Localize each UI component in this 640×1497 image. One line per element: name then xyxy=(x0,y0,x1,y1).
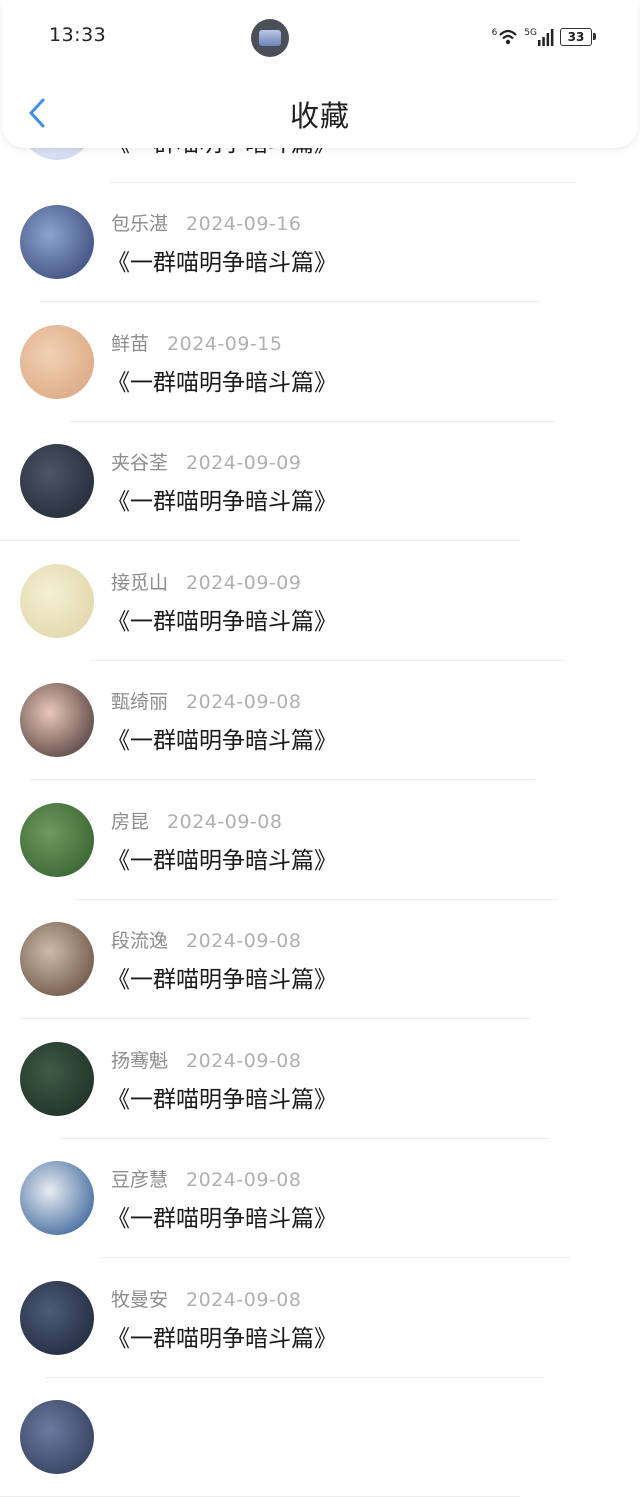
item-date: 2024-09-08 xyxy=(186,691,302,713)
item-title[interactable]: 《一群喵明争暗斗篇》 xyxy=(107,363,337,397)
cellular-signal-icon: 5G xyxy=(524,28,554,46)
item-meta xyxy=(111,1404,129,1426)
list-item[interactable] xyxy=(0,1378,640,1497)
author-name: 夹谷荃 xyxy=(111,452,169,474)
item-date: 2024-09-08 xyxy=(186,1050,302,1072)
author-name: 牧曼安 xyxy=(111,1289,169,1311)
avatar[interactable] xyxy=(20,325,94,399)
row-divider xyxy=(30,779,535,780)
page-title: 收藏 xyxy=(289,99,350,133)
notification-app-icon xyxy=(251,19,289,57)
list-item[interactable]: 扬骞魁 2024-09-08 《一群喵明争暗斗篇》 xyxy=(0,1020,640,1139)
avatar[interactable] xyxy=(20,205,94,279)
author-name: 房昆 xyxy=(111,811,150,833)
item-title[interactable]: 《一群喵明争暗斗篇》 xyxy=(107,1319,337,1353)
list-item[interactable]: 鲜苗 2024-09-15 《一群喵明争暗斗篇》 xyxy=(0,303,640,422)
item-meta: 夹谷荃 2024-09-09 xyxy=(111,448,301,475)
item-title[interactable]: 《一群喵明争暗斗篇》 xyxy=(107,960,337,994)
author-name: 鲜苗 xyxy=(111,333,150,355)
battery-icon: 33 xyxy=(560,28,596,46)
avatar[interactable] xyxy=(20,1400,94,1474)
item-meta: 段流逸 2024-09-08 xyxy=(111,926,301,953)
item-title[interactable]: 《一群喵明争暗斗篇》 xyxy=(107,841,337,875)
row-divider xyxy=(40,301,540,302)
list-item[interactable]: 夹谷荃 2024-09-09 《一群喵明争暗斗篇》 xyxy=(0,422,640,541)
list-item[interactable]: 豆彦慧 2024-09-08 《一群喵明争暗斗篇》 xyxy=(0,1139,640,1258)
avatar[interactable] xyxy=(20,803,94,877)
item-meta: 房昆 2024-09-08 xyxy=(111,807,282,834)
author-name: 包乐湛 xyxy=(111,213,169,235)
item-date: 2024-09-08 xyxy=(186,1289,302,1311)
item-title[interactable]: 《一群喵明争暗斗篇》 xyxy=(107,1080,337,1114)
item-meta: 甄绮丽 2024-09-08 xyxy=(111,687,301,714)
avatar[interactable] xyxy=(20,1281,94,1355)
avatar[interactable] xyxy=(20,1161,94,1235)
status-time: 13:33 xyxy=(49,24,107,46)
item-meta: 豆彦慧 2024-09-08 xyxy=(111,1165,301,1192)
item-date: 2024-09-08 xyxy=(186,1169,302,1191)
top-bar: 13:33 6 5G 33 收藏 xyxy=(2,0,638,148)
item-meta: 包乐湛 2024-09-16 xyxy=(111,209,301,236)
avatar[interactable] xyxy=(20,444,94,518)
avatar[interactable] xyxy=(20,1042,94,1116)
item-title[interactable]: 《一群喵明争暗斗篇》 xyxy=(107,1199,337,1233)
item-date: 2024-09-16 xyxy=(186,213,302,235)
item-meta: 牧曼安 2024-09-08 xyxy=(111,1285,301,1312)
author-name: 扬骞魁 xyxy=(111,1050,169,1072)
wifi-icon: 6 xyxy=(492,28,519,46)
row-divider xyxy=(100,1257,570,1258)
author-name: 段流逸 xyxy=(111,930,169,952)
item-meta: 鲜苗 2024-09-15 xyxy=(111,329,282,356)
list-item[interactable]: 包乐湛 2024-09-16 《一群喵明争暗斗篇》 xyxy=(0,183,640,302)
list-item[interactable]: 甄绮丽 2024-09-08 《一群喵明争暗斗篇》 xyxy=(0,661,640,780)
row-divider xyxy=(0,540,520,541)
row-divider xyxy=(20,1018,530,1019)
list-item[interactable]: 段流逸 2024-09-08 《一群喵明争暗斗篇》 xyxy=(0,900,640,1019)
avatar[interactable] xyxy=(20,564,94,638)
avatar[interactable] xyxy=(20,683,94,757)
avatar[interactable] xyxy=(20,922,94,996)
item-title[interactable]: 《一群喵明争暗斗篇》 xyxy=(107,721,337,755)
list-item[interactable]: 接觅山 2024-09-09 《一群喵明争暗斗篇》 xyxy=(0,542,640,661)
item-title[interactable]: 《一群喵明争暗斗篇》 xyxy=(107,602,337,636)
status-indicators: 6 5G 33 xyxy=(492,26,596,48)
item-title[interactable]: 《一群喵明争暗斗篇》 xyxy=(107,482,337,516)
item-date: 2024-09-09 xyxy=(186,572,302,594)
author-name: 接觅山 xyxy=(111,572,169,594)
list-item[interactable]: 房昆 2024-09-08 《一群喵明争暗斗篇》 xyxy=(0,781,640,900)
item-date: 2024-09-09 xyxy=(186,452,302,474)
item-date: 2024-09-08 xyxy=(186,930,302,952)
author-name: 甄绮丽 xyxy=(111,691,169,713)
list-item[interactable]: 牧曼安 2024-09-08 《一群喵明争暗斗篇》 xyxy=(0,1259,640,1378)
item-meta: 接觅山 2024-09-09 xyxy=(111,568,301,595)
item-date: 2024-09-08 xyxy=(167,811,283,833)
item-date: 2024-09-15 xyxy=(167,333,283,355)
item-meta: 扬骞魁 2024-09-08 xyxy=(111,1046,301,1073)
item-title[interactable]: 《一群喵明争暗斗篇》 xyxy=(107,243,337,277)
author-name: 豆彦慧 xyxy=(111,1169,169,1191)
